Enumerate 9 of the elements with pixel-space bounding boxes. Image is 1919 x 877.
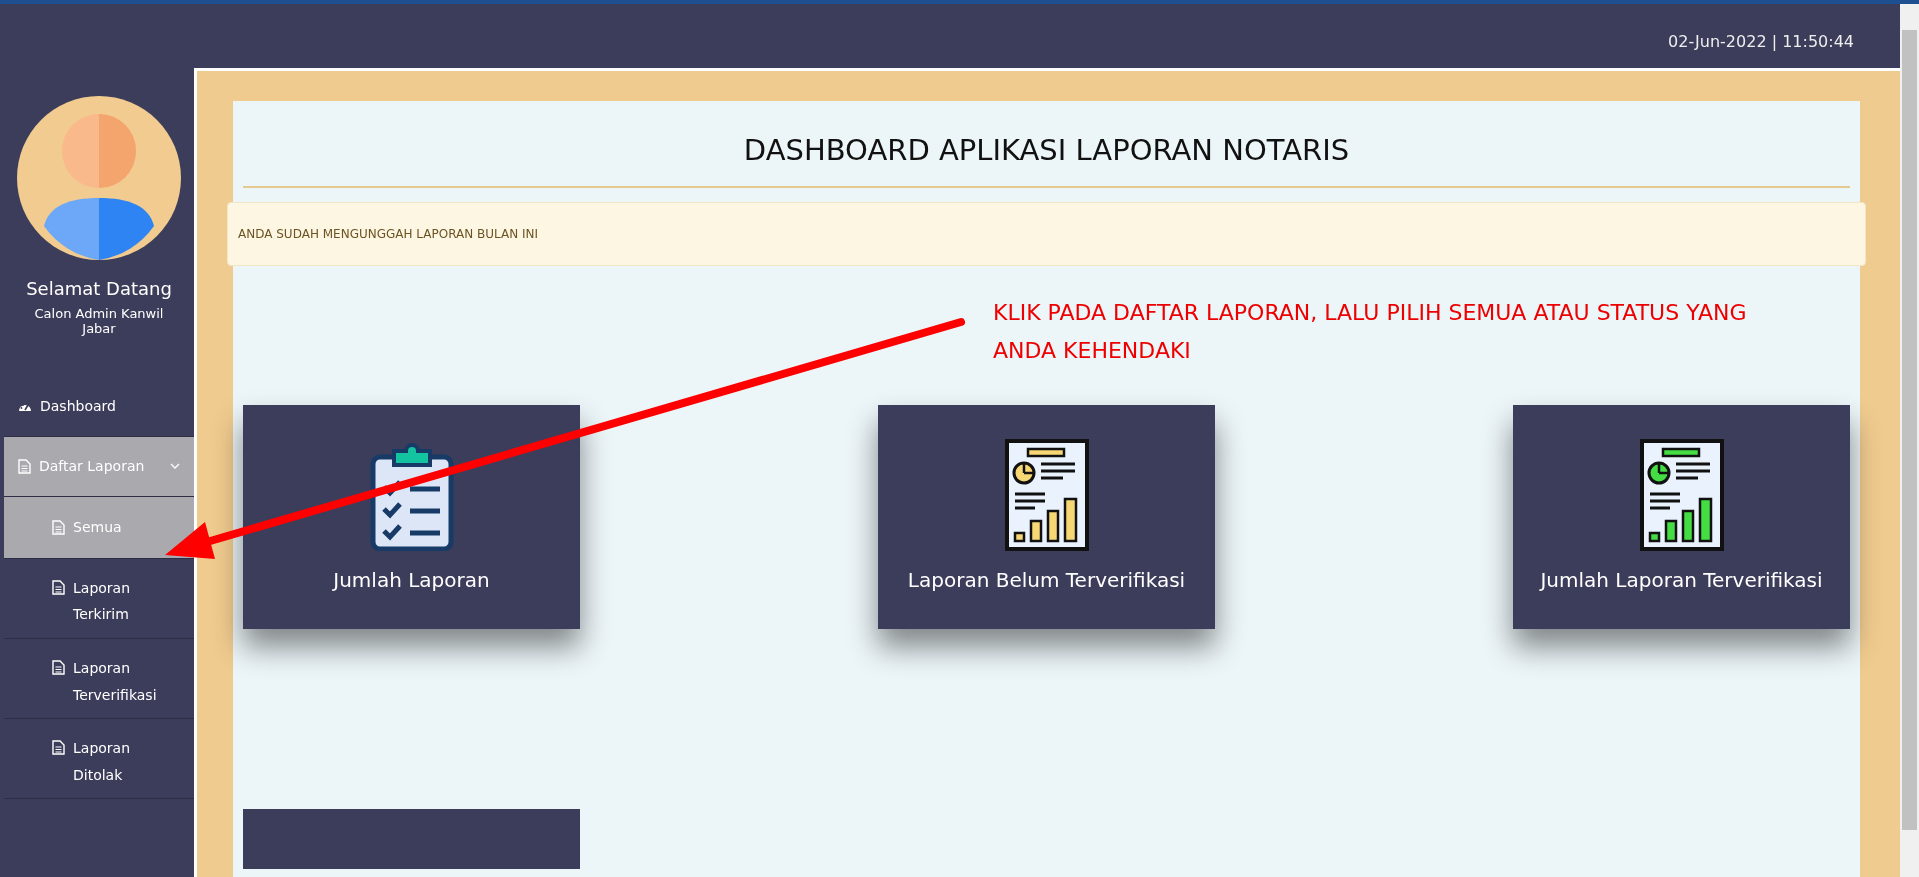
report-card[interactable]: Jumlah Laporan Terverifikasi (1513, 404, 1850, 629)
page-title: DASHBOARD APLIKASI LAPORAN NOTARIS (243, 133, 1850, 188)
annotation-text: KLIK PADA DAFTAR LAPORAN, LALU PILIH SEMUA ATAU STATUS YANG ANDA KEHENDAKI (993, 298, 1748, 366)
alert-message: ANDA SUDAH MENGUNGGAH LAPORAN BULAN INI (227, 201, 1866, 266)
user-name: Calon Admin Kanwil Jabar (33, 305, 165, 337)
report-card[interactable]: Laporan Belum Terverifikasi (878, 404, 1215, 629)
greeting-text: Selamat Datang (25, 278, 173, 300)
report-card[interactable]: Jumlah Laporan (243, 404, 580, 629)
date-time: 02-Jun-2022 | 11:50:44 (1668, 31, 1854, 53)
